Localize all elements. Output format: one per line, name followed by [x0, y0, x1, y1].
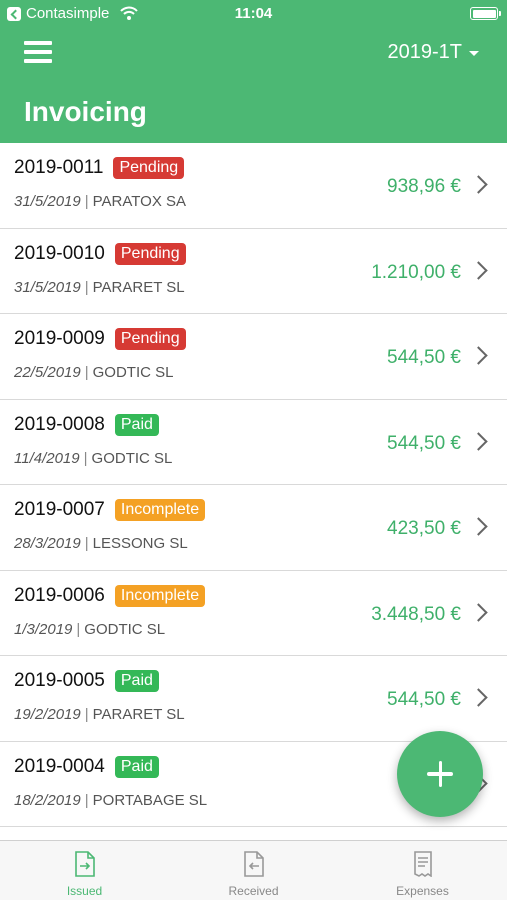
- tab-issued[interactable]: Issued: [0, 841, 169, 900]
- invoice-date: 31/5/2019: [14, 193, 81, 210]
- invoice-row[interactable]: 2019-0007 Incomplete 28/3/2019 | LESSONG SL…: [0, 485, 507, 571]
- chevron-right-icon: [469, 346, 488, 365]
- invoice-details: 1/3/2019 | GODTIC SL: [14, 621, 165, 638]
- invoice-row[interactable]: 2019-0005 Paid 19/2/2019 | PARARET SL 544,5…: [0, 656, 507, 742]
- invoice-number: 2019-0008: [14, 413, 105, 435]
- invoice-amount: 423,50 €: [387, 518, 461, 539]
- status-badge: Incomplete: [114, 584, 206, 607]
- invoice-amount: 938,96 €: [387, 176, 461, 197]
- status-badge: Pending: [114, 242, 186, 265]
- invoice-date: 28/3/2019: [14, 535, 81, 552]
- invoice-client: GODTIC SL: [92, 364, 174, 381]
- status-badge: Pending: [113, 157, 185, 179]
- invoice-number: 2019-0004: [14, 755, 105, 777]
- tab-label: Issued: [66, 884, 103, 898]
- invoice-number: 2019-0011: [14, 157, 104, 178]
- invoice-details: 31/5/2019 | PARARET SL: [14, 279, 185, 296]
- chevron-right-icon: [469, 517, 488, 536]
- invoice-number: 2019-0010: [14, 242, 105, 264]
- period-selector[interactable]: 2019-1T: [387, 41, 479, 64]
- invoice-client: LESSONG SL: [92, 535, 188, 552]
- invoice-number-line: 2019-0011 Pending: [14, 157, 185, 179]
- invoice-details: 18/2/2019 | PORTABAGE SL: [14, 792, 207, 809]
- menu-icon[interactable]: [24, 40, 54, 64]
- app-header: Contasimple 11:04 2019-1T Invoicing: [0, 0, 507, 143]
- chevron-right-icon: [469, 431, 488, 451]
- tab-received[interactable]: Received: [169, 841, 338, 900]
- invoice-details: 31/5/2019 | PARATOX SA: [14, 193, 186, 210]
- invoice-date: 19/2/2019: [14, 706, 81, 723]
- invoice-details: 28/3/2019 | LESSONG SL: [14, 535, 188, 552]
- invoice-number: 2019-0009: [14, 328, 105, 349]
- invoice-client: PORTABAGE SL: [92, 791, 208, 809]
- invoice-row[interactable]: 2019-0006 Incomplete 1/3/2019 | GODTIC SL 3…: [0, 570, 507, 656]
- details-separator: |: [84, 706, 89, 723]
- status-badge: Paid: [114, 413, 159, 436]
- invoice-number-line: 2019-0006 Incomplete: [14, 584, 206, 607]
- invoice-date: 31/5/2019: [14, 278, 81, 296]
- invoice-number: 2019-0007: [14, 499, 105, 520]
- invoice-amount: 544,50 €: [387, 432, 461, 454]
- document-in-icon: [243, 851, 265, 877]
- details-separator: |: [84, 535, 89, 552]
- invoice-amount: 544,50 €: [387, 347, 461, 368]
- status-badge: Pending: [114, 328, 186, 350]
- invoice-number-line: 2019-0004 Paid: [14, 755, 159, 778]
- details-separator: |: [76, 620, 81, 638]
- invoice-date: 18/2/2019: [14, 791, 81, 809]
- details-separator: |: [84, 193, 89, 210]
- invoice-date: 1/3/2019: [14, 620, 73, 638]
- tab-label: Expenses: [396, 884, 449, 898]
- status-badge: Incomplete: [114, 499, 206, 521]
- details-separator: |: [83, 449, 88, 467]
- invoice-row[interactable]: 2019-0009 Pending 22/5/2019 | GODTIC SL 544…: [0, 314, 507, 400]
- invoice-number-line: 2019-0010 Pending: [14, 242, 186, 265]
- invoice-details: 11/4/2019 | GODTIC SL: [14, 450, 172, 467]
- invoice-number-line: 2019-0007 Incomplete: [14, 499, 206, 521]
- page-title: Invoicing: [24, 96, 147, 127]
- invoice-date: 11/4/2019: [14, 449, 80, 467]
- invoice-amount: 3.448,50 €: [371, 603, 461, 625]
- invoice-client: GODTIC SL: [91, 449, 173, 467]
- caret-down-icon: [469, 51, 479, 56]
- tab-bar: Issued Received Expenses: [0, 840, 507, 900]
- invoice-client: GODTIC SL: [84, 620, 166, 638]
- invoice-number-line: 2019-0005 Paid: [14, 670, 159, 692]
- invoice-number-line: 2019-0008 Paid: [14, 413, 159, 436]
- tab-label: Received: [228, 884, 279, 898]
- tab-expenses[interactable]: Expenses: [338, 841, 507, 900]
- invoice-number: 2019-0006: [14, 584, 105, 606]
- invoice-row[interactable]: 2019-0011 Pending 31/5/2019 | PARATOX SA 93…: [0, 143, 507, 229]
- status-badge: Paid: [114, 670, 159, 692]
- status-bar: Contasimple 11:04: [0, 0, 507, 28]
- chevron-right-icon: [469, 175, 488, 194]
- invoice-date: 22/5/2019: [14, 364, 81, 381]
- document-out-icon: [74, 851, 96, 877]
- invoice-details: 22/5/2019 | GODTIC SL: [14, 364, 174, 381]
- chevron-right-icon: [469, 260, 488, 280]
- period-label: 2019-1T: [387, 41, 463, 63]
- invoice-amount: 544,50 €: [387, 689, 461, 710]
- invoice-number: 2019-0005: [14, 670, 105, 691]
- invoice-client: PARARET SL: [92, 278, 185, 296]
- details-separator: |: [84, 364, 89, 381]
- invoice-details: 19/2/2019 | PARARET SL: [14, 706, 185, 723]
- chevron-right-icon: [469, 688, 488, 707]
- battery-tip: [499, 11, 501, 16]
- chevron-right-icon: [469, 602, 488, 622]
- add-invoice-button[interactable]: [397, 731, 483, 817]
- invoice-row[interactable]: 2019-0010 Pending 31/5/2019 | PARARET SL 1.…: [0, 228, 507, 314]
- details-separator: |: [84, 791, 89, 809]
- battery-icon: [470, 7, 498, 20]
- invoice-number-line: 2019-0009 Pending: [14, 328, 186, 350]
- status-badge: Paid: [114, 755, 159, 778]
- details-separator: |: [84, 278, 89, 296]
- invoice-list: 2019-0011 Pending 31/5/2019 | PARATOX SA 93…: [0, 143, 507, 827]
- invoice-client: PARATOX SA: [92, 193, 187, 210]
- status-time: 11:04: [234, 5, 273, 22]
- receipt-icon: [412, 851, 434, 878]
- invoice-client: PARARET SL: [92, 706, 185, 723]
- invoice-row[interactable]: 2019-0008 Paid 11/4/2019 | GODTIC SL 544,50…: [0, 399, 507, 485]
- invoice-amount: 1.210,00 €: [371, 261, 461, 283]
